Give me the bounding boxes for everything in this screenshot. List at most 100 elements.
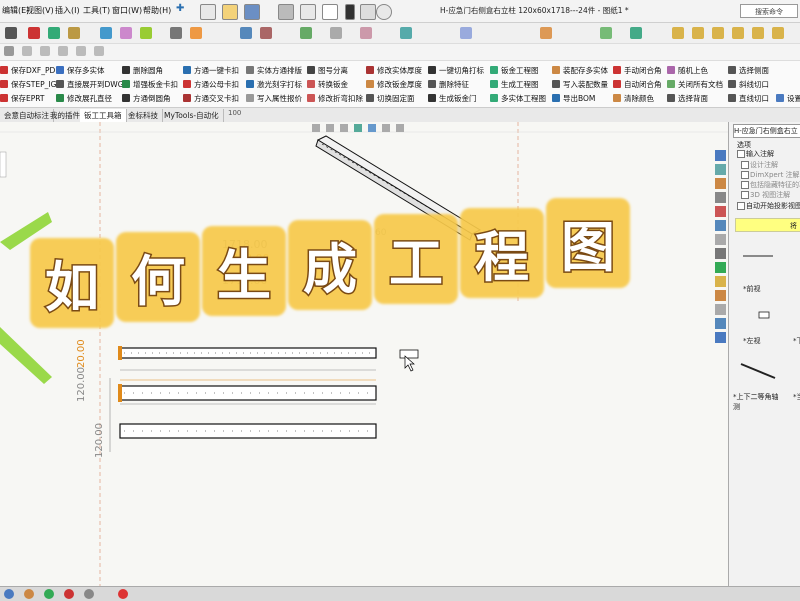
solidworks-icon[interactable] (715, 262, 726, 273)
ribbon-btn-manual-close-corner[interactable]: 手动闭合角 (613, 65, 662, 76)
ribbon-btn-modify-bend-deduction[interactable]: 修改折弯扣除 (307, 93, 363, 104)
undo-icon[interactable] (300, 4, 316, 20)
top-view[interactable] (118, 384, 377, 402)
show-edge-icon[interactable] (94, 46, 104, 56)
ribbon-btn-tube-nesting[interactable]: 实体方通排版 (246, 65, 302, 76)
ribbon-btn-sheetmetal-tab[interactable]: 增强板金卡扣 (122, 79, 178, 90)
search-input[interactable]: 搜索命令 (740, 4, 798, 18)
menu-tools[interactable]: 工具(T) (83, 5, 110, 16)
file-explorer-icon[interactable] (715, 192, 726, 203)
view-orientation-icon[interactable] (5, 27, 17, 39)
rebuild-icon[interactable] (345, 4, 355, 20)
hide-show-icon[interactable] (382, 124, 390, 132)
assembly-icon[interactable] (672, 27, 684, 39)
dimension-text-highlight[interactable]: 1718.00 (224, 252, 270, 265)
design-library-icon[interactable] (715, 290, 726, 301)
document-recovery-icon[interactable] (715, 304, 726, 315)
line-thickness-icon[interactable] (40, 46, 50, 56)
ribbon-btn-modify-body-thickness[interactable]: 修改实体厚度 (366, 65, 422, 76)
open-folder-icon[interactable] (222, 4, 238, 20)
3d-content-icon[interactable] (715, 318, 726, 329)
ribbon-btn-modify-hole-dia[interactable]: 修改展孔直径 (56, 93, 112, 104)
ribbon-btn-generate-sheet-door[interactable]: 生成钣金门 (428, 93, 477, 104)
toolbox-icon[interactable] (715, 276, 726, 287)
ribbon-btn-close-all-docs[interactable]: 关闭所有文档 (667, 79, 723, 90)
new-document-icon[interactable] (200, 4, 216, 20)
taskbar-app-1-icon[interactable] (24, 589, 34, 599)
ribbon-btn-switch-fixed-face[interactable]: 切换固定面 (366, 93, 415, 104)
home-icon[interactable] (715, 150, 726, 161)
custom-props-icon[interactable] (715, 234, 726, 245)
zoom-fit-icon[interactable] (312, 124, 320, 132)
menu-insert[interactable]: 插入(I) (55, 5, 80, 16)
detail-view-icon[interactable] (170, 27, 182, 39)
resources-icon[interactable] (715, 164, 726, 175)
view-palette-icon[interactable] (715, 220, 726, 231)
dimension-text-left-c[interactable]: 120.00 (94, 423, 105, 458)
dimension-text-left-b[interactable]: 20.00 (76, 339, 87, 368)
line-format-icon[interactable] (4, 46, 14, 56)
dimension-icon[interactable] (48, 27, 60, 39)
select-cursor-icon[interactable] (322, 4, 338, 20)
dimension-text-main[interactable]: 1718.00 (222, 238, 268, 251)
projected-view-icon[interactable] (120, 27, 132, 39)
zoom-area-icon[interactable] (326, 124, 334, 132)
ribbon-btn-delete-feature[interactable]: 删除特征 (428, 79, 469, 90)
hole-callout-icon[interactable] (330, 27, 342, 39)
ribbon-btn-convert-sheetmetal[interactable]: 转换钣金 (307, 79, 348, 90)
ribbon-btn-tube-cross-tab[interactable]: 方通交叉卡扣 (183, 93, 239, 104)
view-left-label[interactable]: *左视 (743, 336, 761, 346)
component-icon[interactable] (712, 27, 724, 39)
rotate-view-icon[interactable] (354, 124, 362, 132)
auto-projection-checkbox[interactable] (737, 202, 745, 210)
settings-icon[interactable] (715, 332, 726, 343)
view-down-label[interactable]: *下 (793, 336, 800, 346)
highlight-tool-icon[interactable] (630, 27, 642, 39)
import-annotations-checkbox[interactable] (737, 150, 745, 158)
menu-view[interactable]: 视图(V) (26, 5, 54, 16)
ribbon-btn-straight-cut[interactable]: 直线切口 (728, 93, 769, 104)
ribbon-btn-save-multibody[interactable]: 保存多实体 (56, 65, 105, 76)
line-icon[interactable] (68, 27, 80, 39)
ribbon-btn-modify-sheet-thickness[interactable]: 修改钣金厚度 (366, 79, 422, 90)
view-iso2-label[interactable]: *当 (793, 392, 800, 402)
table-icon[interactable] (460, 27, 472, 39)
ribbon-btn-settings[interactable]: 设置 (776, 93, 800, 104)
dimension-text-left-a[interactable]: 120.00 (76, 367, 87, 402)
dimension-text-lower[interactable]: 1718.00 (222, 274, 268, 287)
note-icon[interactable] (260, 27, 272, 39)
ribbon-btn-diagonal-cut[interactable]: 斜线切口 (728, 79, 769, 90)
ribbon-btn-auto-close-corner[interactable]: 自动闭合角 (613, 79, 662, 90)
ribbon-btn-random-color[interactable]: 随机上色 (667, 65, 708, 76)
ribbon-btn-tube-male-female-tab[interactable]: 方通公母卡扣 (183, 79, 239, 90)
appearance-icon[interactable] (715, 206, 726, 217)
file-properties-icon[interactable] (360, 4, 376, 20)
ribbon-btn-flatten-dwg[interactable]: 直接展开到DWG (56, 79, 124, 90)
view-settings-icon[interactable] (396, 124, 404, 132)
menu-window[interactable]: 窗口(W) (112, 5, 142, 16)
line-style-icon[interactable] (22, 46, 32, 56)
ribbon-btn-sheetmetal-drawing[interactable]: 钣金工程图 (490, 65, 539, 76)
ribbon-btn-split-drawing-no[interactable]: 图号分离 (307, 65, 348, 76)
ribbon-btn-save-eprt[interactable]: 保存EPRT (0, 93, 45, 104)
ribbon-btn-delete-fillet[interactable]: 删除圆角 (122, 65, 163, 76)
view-front-label[interactable]: *前视 (743, 284, 761, 294)
ribbon-btn-export-bom[interactable]: 导出BOM (552, 93, 595, 104)
taskbar-app-2-icon[interactable] (44, 589, 54, 599)
part-icon[interactable] (692, 27, 704, 39)
ribbon-btn-write-assembly-qty[interactable]: 写入装配数量 (552, 79, 608, 90)
print-icon[interactable] (278, 4, 294, 20)
ribbon-btn-tube-one-click-tab[interactable]: 方通一键卡扣 (183, 65, 239, 76)
view-3d-checkbox[interactable] (741, 191, 749, 199)
hidden-features-checkbox[interactable] (741, 181, 749, 189)
ribbon-btn-clear-color[interactable]: 清除颜色 (613, 93, 654, 104)
explode-icon[interactable] (752, 27, 764, 39)
forum-icon[interactable] (715, 248, 726, 259)
view-iso-label[interactable]: *上下二等角轴测 (733, 392, 779, 412)
sketch-icon[interactable] (28, 27, 40, 39)
color-display-icon[interactable] (58, 46, 68, 56)
pattern-icon[interactable] (772, 27, 784, 39)
save-icon[interactable] (244, 4, 260, 20)
layer-icon[interactable] (540, 27, 552, 39)
ribbon-btn-write-quote[interactable]: 写入属性报价 (246, 93, 302, 104)
